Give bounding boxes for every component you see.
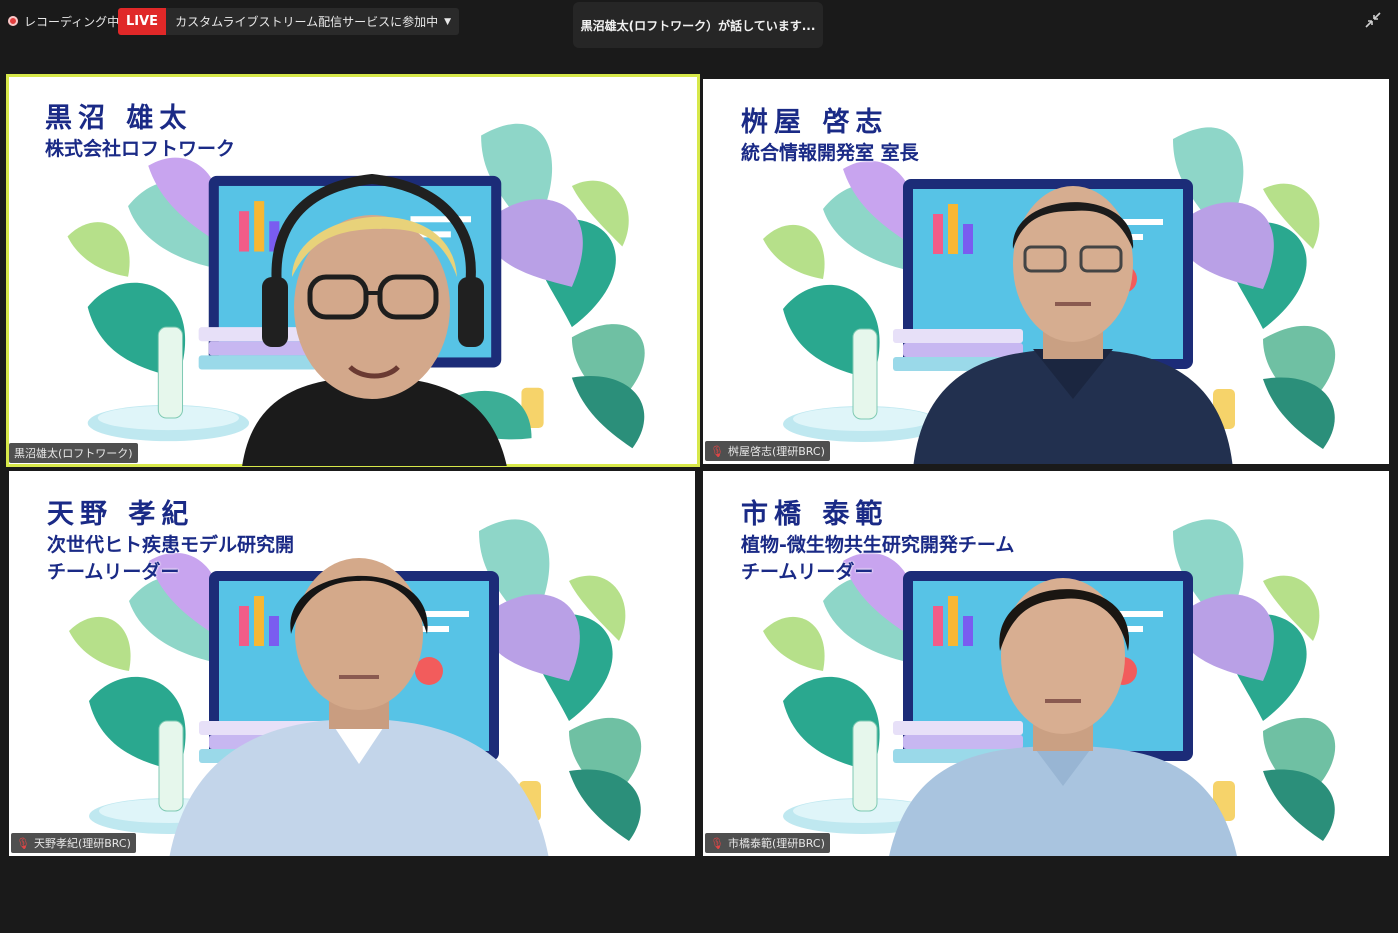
video-tile-4[interactable]: 市橋 泰範 植物-微生物共生研究開発チーム チームリーダー 🎙 市橋泰範(理研B…: [703, 471, 1389, 856]
exit-fullscreen-icon[interactable]: [1364, 12, 1382, 30]
participant-name-label: 黒沼雄太(ロフトワーク): [14, 447, 133, 460]
participant-video: [169, 558, 549, 856]
participant-name-label: 市橋泰範(理研BRC): [727, 837, 825, 850]
livestream-status-button[interactable]: LIVE カスタムライブストリーム配信サービスに参加中 ▼: [118, 8, 460, 35]
tile-title: 天野 孝紀 次世代ヒト疾患モデル研究開 チームリーダー: [47, 499, 294, 585]
tile-title: 市橋 泰範 植物-微生物共生研究開発チーム チームリーダー: [741, 499, 1014, 585]
active-speaker-banner: 黒沼雄太(ロフトワーク）が話しています...: [573, 2, 823, 48]
tile-title-name: 黒沼 雄太: [45, 103, 193, 134]
tile-title-role: チームリーダー: [741, 561, 874, 583]
tile-title: 桝屋 啓志 統合情報開発室 室長: [741, 107, 919, 166]
participant-name-tag: 🎙 桝屋啓志(理研BRC): [705, 441, 830, 461]
video-tile-3[interactable]: 天野 孝紀 次世代ヒト疾患モデル研究開 チームリーダー 🎙 天野孝紀(理研BRC…: [9, 471, 695, 856]
recording-indicator[interactable]: レコーディング中: [8, 10, 119, 32]
recording-label: レコーディング中: [24, 14, 120, 29]
meeting-window: レコーディング中 LIVE カスタムライブストリーム配信サービスに参加中 ▼ 黒…: [0, 0, 1398, 933]
participant-video: [889, 578, 1237, 856]
tile-title-affiliation: 統合情報開発室 室長: [741, 142, 919, 164]
mic-off-icon: 🎙: [710, 444, 724, 458]
participant-name-tag: 🎙 天野孝紀(理研BRC): [11, 833, 136, 853]
video-tile-1[interactable]: 黒沼 雄太 株式会社ロフトワーク 黒沼雄太(ロフトワーク): [6, 74, 700, 467]
tile-title-affiliation: 次世代ヒト疾患モデル研究開: [47, 534, 295, 556]
live-badge: LIVE: [118, 8, 167, 35]
mic-off-icon: 🎙: [710, 836, 724, 850]
active-speaker-text: 黒沼雄太(ロフトワーク）が話しています...: [580, 18, 816, 33]
participant-video: [913, 186, 1233, 464]
tile-title-affiliation: 植物-微生物共生研究開発チーム: [741, 534, 1015, 556]
participant-name-label: 天野孝紀(理研BRC): [33, 837, 131, 850]
participant-video: [242, 173, 507, 466]
participant-name-tag: 🎙 市橋泰範(理研BRC): [705, 833, 830, 853]
tile-title-role: チームリーダー: [47, 561, 180, 583]
livestream-status-text: カスタムライブストリーム配信サービスに参加中: [175, 15, 439, 29]
tile-title: 黒沼 雄太 株式会社ロフトワーク: [45, 103, 235, 162]
participant-name-label: 桝屋啓志(理研BRC): [727, 445, 825, 458]
chevron-down-icon[interactable]: ▼: [444, 17, 459, 27]
mic-off-icon: 🎙: [16, 836, 30, 850]
tile-title-affiliation: 株式会社ロフトワーク: [45, 138, 236, 160]
tile-title-name: 桝屋 啓志: [741, 107, 889, 138]
video-tile-2[interactable]: 桝屋 啓志 統合情報開発室 室長 🎙 桝屋啓志(理研BRC): [703, 79, 1389, 464]
tile-title-name: 市橋 泰範: [741, 499, 889, 530]
recording-dot-icon: [8, 16, 18, 26]
participant-name-tag: 黒沼雄太(ロフトワーク): [9, 443, 138, 463]
tile-title-name: 天野 孝紀: [47, 499, 195, 530]
